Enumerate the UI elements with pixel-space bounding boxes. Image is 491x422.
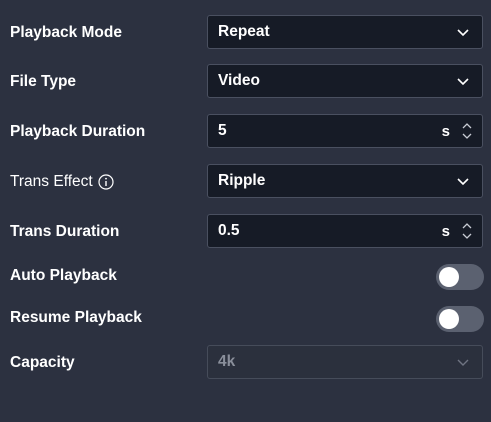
toggle-knob: [439, 309, 459, 329]
playback-settings-panel: Playback Mode Repeat File Type Video Pla…: [0, 0, 491, 422]
playback-mode-select[interactable]: Repeat: [207, 15, 483, 49]
trans-duration-value: 0.5: [218, 222, 240, 239]
file-type-select[interactable]: Video: [207, 64, 483, 98]
resume-playback-toggle[interactable]: [436, 306, 484, 332]
playback-duration-row: Playback Duration 5 s: [0, 114, 491, 150]
playback-mode-value: Repeat: [218, 23, 270, 40]
chevron-down-icon: [457, 359, 469, 366]
capacity-select: 4k: [207, 345, 483, 379]
trans-effect-label-group: Trans Effect: [10, 164, 114, 200]
auto-playback-label: Auto Playback: [10, 267, 117, 284]
auto-playback-row: Auto Playback: [0, 258, 491, 294]
trans-duration-unit: s: [441, 223, 450, 240]
capacity-label: Capacity: [10, 354, 75, 371]
file-type-value: Video: [218, 72, 260, 89]
toggle-knob: [439, 267, 459, 287]
auto-playback-toggle[interactable]: [436, 264, 484, 290]
trans-effect-select[interactable]: Ripple: [207, 164, 483, 198]
trans-effect-row: Trans Effect Ripple: [0, 164, 491, 200]
trans-duration-row: Trans Duration 0.5 s: [0, 214, 491, 250]
playback-duration-value: 5: [218, 122, 227, 139]
playback-duration-unit: s: [441, 123, 450, 140]
trans-duration-label: Trans Duration: [10, 223, 120, 240]
file-type-row: File Type Video: [0, 64, 491, 100]
playback-mode-label: Playback Mode: [10, 24, 122, 41]
playback-duration-label: Playback Duration: [10, 123, 146, 140]
stepper-arrows-icon[interactable]: [461, 121, 473, 141]
capacity-value: 4k: [218, 353, 236, 370]
chevron-down-icon: [457, 78, 469, 86]
file-type-label: File Type: [10, 73, 77, 90]
trans-effect-label: Trans Effect: [10, 173, 93, 190]
playback-duration-input[interactable]: 5 s: [207, 114, 483, 148]
resume-playback-label: Resume Playback: [10, 309, 142, 326]
chevron-down-icon: [457, 178, 469, 186]
trans-effect-value: Ripple: [218, 172, 266, 189]
stepper-arrows-icon[interactable]: [461, 221, 473, 241]
playback-mode-row: Playback Mode Repeat: [0, 15, 491, 51]
capacity-row: Capacity 4k: [0, 345, 491, 381]
info-icon[interactable]: [98, 174, 114, 190]
resume-playback-row: Resume Playback: [0, 300, 491, 336]
trans-duration-input[interactable]: 0.5 s: [207, 214, 483, 248]
chevron-down-icon: [457, 29, 469, 37]
